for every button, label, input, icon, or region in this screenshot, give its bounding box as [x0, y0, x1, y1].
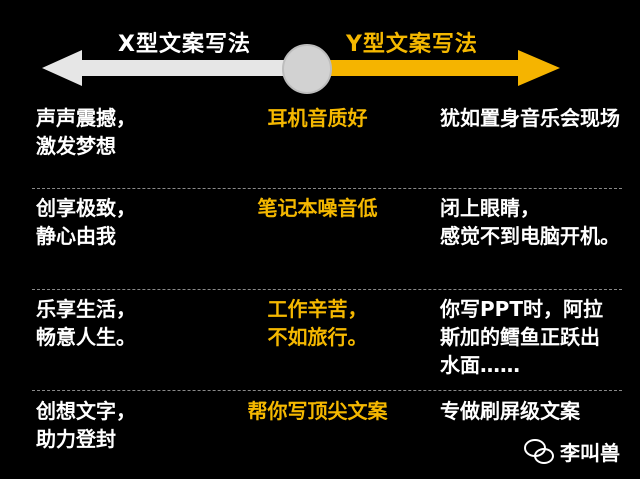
copy-line: 创享极致， — [36, 196, 136, 220]
feature-line: 笔记本噪音低 — [257, 196, 378, 220]
feature-line: 帮你写顶尖文案 — [247, 399, 388, 423]
y-style-label: Y型文案写法 — [346, 32, 478, 57]
right-arrow-head-icon — [518, 50, 560, 86]
x-style-copy: 乐享生活， 畅意人生。 — [36, 295, 206, 351]
copy-line: 专做刷屏级文案 — [440, 399, 580, 423]
left-arrow-shaft — [78, 60, 306, 76]
copy-line: 你写PPT时，阿拉 — [440, 297, 603, 321]
product-feature: 耳机音质好 — [230, 104, 405, 132]
y-style-copy: 闭上眼睛， 感觉不到电脑开机。 — [440, 194, 635, 250]
y-style-copy: 你写PPT时，阿拉 斯加的鳕鱼正跃出 水面…… — [440, 295, 635, 379]
copy-line: 犹如置身音乐会现场 — [440, 106, 620, 130]
wechat-icon — [524, 438, 554, 465]
copy-line: 声声震撼， — [36, 106, 136, 130]
row-divider — [32, 390, 622, 391]
x-style-copy: 声声震撼， 激发梦想 — [36, 104, 206, 160]
copy-line: 激发梦想 — [36, 134, 116, 158]
copy-line: 乐享生活， — [36, 297, 136, 321]
left-arrow-head-icon — [42, 50, 82, 86]
copy-line: 助力登封 — [36, 427, 116, 451]
copy-line: 创想文字， — [36, 399, 136, 423]
row-divider — [32, 289, 622, 290]
right-arrow-shaft — [306, 60, 520, 76]
author-name: 李叫兽 — [560, 441, 620, 465]
feature-line: 不如旅行。 — [267, 325, 368, 349]
copy-line: 斯加的鳕鱼正跃出 — [440, 325, 600, 349]
product-feature: 帮你写顶尖文案 — [230, 397, 405, 425]
copy-line: 感觉不到电脑开机。 — [440, 224, 620, 248]
x-style-label: X型文案写法 — [118, 32, 251, 57]
xy-scale-header: X型文案写法 Y型文案写法 — [0, 0, 640, 100]
scale-center-knob — [282, 44, 332, 94]
author-watermark: 李叫兽 — [524, 437, 620, 466]
product-feature: 工作辛苦， 不如旅行。 — [230, 295, 405, 351]
row-divider — [32, 188, 622, 189]
feature-line: 耳机音质好 — [267, 106, 368, 130]
feature-line: 工作辛苦， — [267, 297, 368, 321]
copy-line: 静心由我 — [36, 224, 116, 248]
y-style-copy: 专做刷屏级文案 — [440, 397, 635, 425]
x-style-copy: 创享极致， 静心由我 — [36, 194, 206, 250]
copy-line: 闭上眼睛， — [440, 196, 540, 220]
x-style-copy: 创想文字， 助力登封 — [36, 397, 206, 453]
copy-line: 水面…… — [440, 353, 520, 377]
y-style-copy: 犹如置身音乐会现场 — [440, 104, 635, 132]
copy-line: 畅意人生。 — [36, 325, 136, 349]
product-feature: 笔记本噪音低 — [230, 194, 405, 222]
